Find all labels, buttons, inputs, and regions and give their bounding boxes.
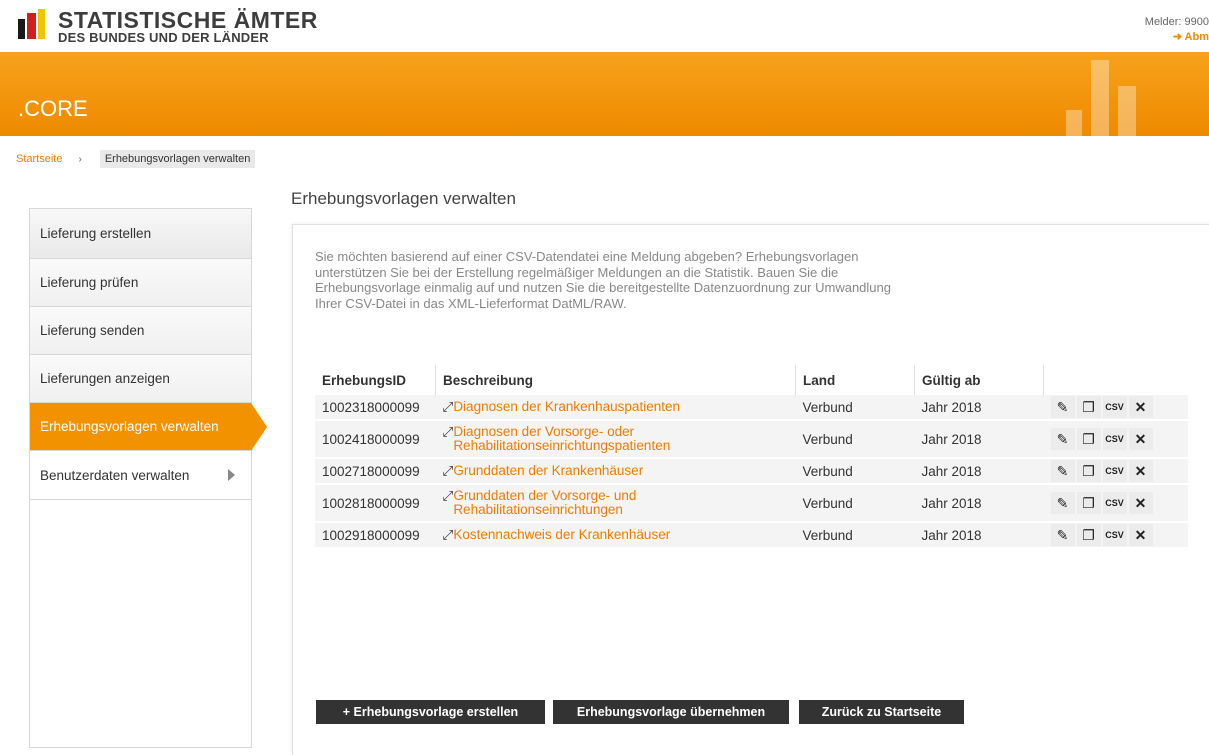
cell-actions: ✎ ❐ CSV ✕ <box>1043 395 1188 419</box>
cell-land: Verbund <box>795 523 915 547</box>
logo-subtitle: DES BUNDES UND DER LÄNDER <box>58 30 269 45</box>
copy-icon[interactable]: ❐ <box>1076 428 1101 450</box>
sidebar-item-erhebungsvorlagen-verwalten[interactable]: Erhebungsvorlagen verwalten <box>30 403 267 451</box>
cell-id: 1002718000099 <box>315 459 436 483</box>
cell-id: 1002418000099 <box>315 421 436 457</box>
csv-icon[interactable]: CSV <box>1102 428 1127 450</box>
external-link-icon: ⤢ <box>442 488 454 503</box>
cell-beschreibung: ⤢ Grunddaten der Krankenhäuser <box>435 459 796 483</box>
melder-id: Melder: 9900 <box>1144 16 1209 28</box>
cell-actions: ✎ ❐ CSV ✕ <box>1043 459 1188 483</box>
copy-icon[interactable]: ❐ <box>1076 396 1101 418</box>
cell-gueltig: Jahr 2018 <box>914 485 1044 521</box>
edit-icon[interactable]: ✎ <box>1050 524 1075 546</box>
banner-bar-decoration <box>1091 60 1109 136</box>
templates-table: ErhebungsID Beschreibung Land Gültig ab … <box>315 365 1188 547</box>
close-icon[interactable]: ✕ <box>1128 428 1153 450</box>
sidebar-item-benutzerdaten-verwalten[interactable]: Benutzerdaten verwalten <box>30 451 251 499</box>
import-template-button[interactable]: Erhebungsvorlage übernehmen <box>553 700 789 724</box>
cell-gueltig: Jahr 2018 <box>914 395 1044 419</box>
cell-beschreibung: ⤢ Kostennachweis der Krankenhäuser <box>435 523 796 547</box>
cell-beschreibung: ⤢ Diagnosen der Vorsorge- oder Rehabilita… <box>435 421 796 457</box>
close-icon[interactable]: ✕ <box>1128 460 1153 482</box>
edit-icon[interactable]: ✎ <box>1050 492 1075 514</box>
cell-actions: ✎ ❐ CSV ✕ <box>1043 523 1188 547</box>
logo[interactable]: STATISTISCHE ÄMTER DES BUNDES UND DER LÄ… <box>18 9 318 45</box>
column-header-gueltig[interactable]: Gültig ab <box>914 365 1044 395</box>
description-link[interactable]: Grunddaten der Krankenhäuser <box>453 464 643 478</box>
table-row: 1002718000099 ⤢ Grunddaten der Krankenhäus… <box>315 459 1188 483</box>
breadcrumb: Startseite › Erhebungsvorlagen verwalten <box>16 150 256 168</box>
breadcrumb-home-link[interactable]: Startseite <box>16 153 62 165</box>
app-title: .CORE <box>18 96 88 121</box>
breadcrumb-separator-icon: › <box>78 153 82 165</box>
logo-title: STATISTISCHE ÄMTER <box>58 7 318 33</box>
description-link[interactable]: Diagnosen der Krankenhauspatienten <box>453 400 680 414</box>
top-header: STATISTISCHE ÄMTER DES BUNDES UND DER LÄ… <box>0 0 1209 52</box>
copy-icon[interactable]: ❐ <box>1076 524 1101 546</box>
close-icon[interactable]: ✕ <box>1128 492 1153 514</box>
external-link-icon: ⤢ <box>442 399 454 414</box>
create-template-button[interactable]: + Erhebungsvorlage erstellen <box>316 700 545 724</box>
close-icon[interactable]: ✕ <box>1128 524 1153 546</box>
page-title: Erhebungsvorlagen verwalten <box>291 189 516 208</box>
sidebar-item-lieferung-senden[interactable]: Lieferung senden <box>30 307 251 355</box>
sidebar: Lieferung erstellen Lieferung prüfen Lie… <box>29 208 267 748</box>
description-link[interactable]: Kostennachweis der Krankenhäuser <box>453 528 670 542</box>
logout-link[interactable]: ➜ Abm <box>1173 30 1209 43</box>
edit-icon[interactable]: ✎ <box>1050 396 1075 418</box>
cell-actions: ✎ ❐ CSV ✕ <box>1043 485 1188 521</box>
cell-id: 1002318000099 <box>315 395 436 419</box>
column-header-id[interactable]: ErhebungsID <box>315 365 436 395</box>
cell-land: Verbund <box>795 421 915 457</box>
cell-gueltig: Jahr 2018 <box>914 459 1044 483</box>
banner-bar-decoration <box>1118 86 1136 136</box>
column-header-land[interactable]: Land <box>795 365 915 395</box>
banner: .CORE <box>0 52 1209 136</box>
breadcrumb-current: Erhebungsvorlagen verwalten <box>99 150 256 168</box>
table-row: 1002918000099 ⤢ Kostennachweis der Kranken… <box>315 523 1188 547</box>
cell-gueltig: Jahr 2018 <box>914 421 1044 457</box>
edit-icon[interactable]: ✎ <box>1050 460 1075 482</box>
banner-bar-decoration <box>1066 110 1082 136</box>
logo-mark-icon <box>18 9 52 39</box>
cell-land: Verbund <box>795 395 915 419</box>
intro-text: Sie möchten basierend auf einer CSV-Date… <box>315 249 891 311</box>
cell-id: 1002918000099 <box>315 523 436 547</box>
cell-beschreibung: ⤢ Diagnosen der Krankenhauspatienten <box>435 395 796 419</box>
cell-id: 1002818000099 <box>315 485 436 521</box>
cell-actions: ✎ ❐ CSV ✕ <box>1043 421 1188 457</box>
csv-icon[interactable]: CSV <box>1102 492 1127 514</box>
sidebar-item-lieferung-pruefen[interactable]: Lieferung prüfen <box>30 259 251 307</box>
back-to-home-button[interactable]: Zurück zu Startseite <box>799 700 964 724</box>
sidebar-item-lieferungen-anzeigen[interactable]: Lieferungen anzeigen <box>30 355 251 403</box>
cell-beschreibung: ⤢ Grunddaten der Vorsorge- und Rehabilita… <box>435 485 796 521</box>
table-row: 1002418000099 ⤢ Diagnosen der Vorsorge- od… <box>315 421 1188 457</box>
external-link-icon: ⤢ <box>442 527 454 542</box>
table-row: 1002818000099 ⤢ Grunddaten der Vorsorge- u… <box>315 485 1188 521</box>
chevron-right-icon <box>228 469 235 481</box>
edit-icon[interactable]: ✎ <box>1050 428 1075 450</box>
copy-icon[interactable]: ❐ <box>1076 492 1101 514</box>
column-header-actions <box>1044 365 1189 395</box>
cell-land: Verbund <box>795 485 915 521</box>
sidebar-item-lieferung-erstellen[interactable]: Lieferung erstellen <box>30 209 251 259</box>
close-icon[interactable]: ✕ <box>1128 396 1153 418</box>
external-link-icon: ⤢ <box>442 463 454 478</box>
cell-gueltig: Jahr 2018 <box>914 523 1044 547</box>
column-header-beschreibung[interactable]: Beschreibung <box>435 365 796 395</box>
external-link-icon: ⤢ <box>442 424 454 439</box>
cell-land: Verbund <box>795 459 915 483</box>
csv-icon[interactable]: CSV <box>1102 460 1127 482</box>
table-row: 1002318000099 ⤢ Diagnosen der Krankenhausp… <box>315 395 1188 419</box>
description-link[interactable]: Diagnosen der Vorsorge- oder Rehabilitat… <box>453 425 723 453</box>
csv-icon[interactable]: CSV <box>1102 396 1127 418</box>
csv-icon[interactable]: CSV <box>1102 524 1127 546</box>
copy-icon[interactable]: ❐ <box>1076 460 1101 482</box>
description-link[interactable]: Grunddaten der Vorsorge- und Rehabilitat… <box>453 489 723 517</box>
